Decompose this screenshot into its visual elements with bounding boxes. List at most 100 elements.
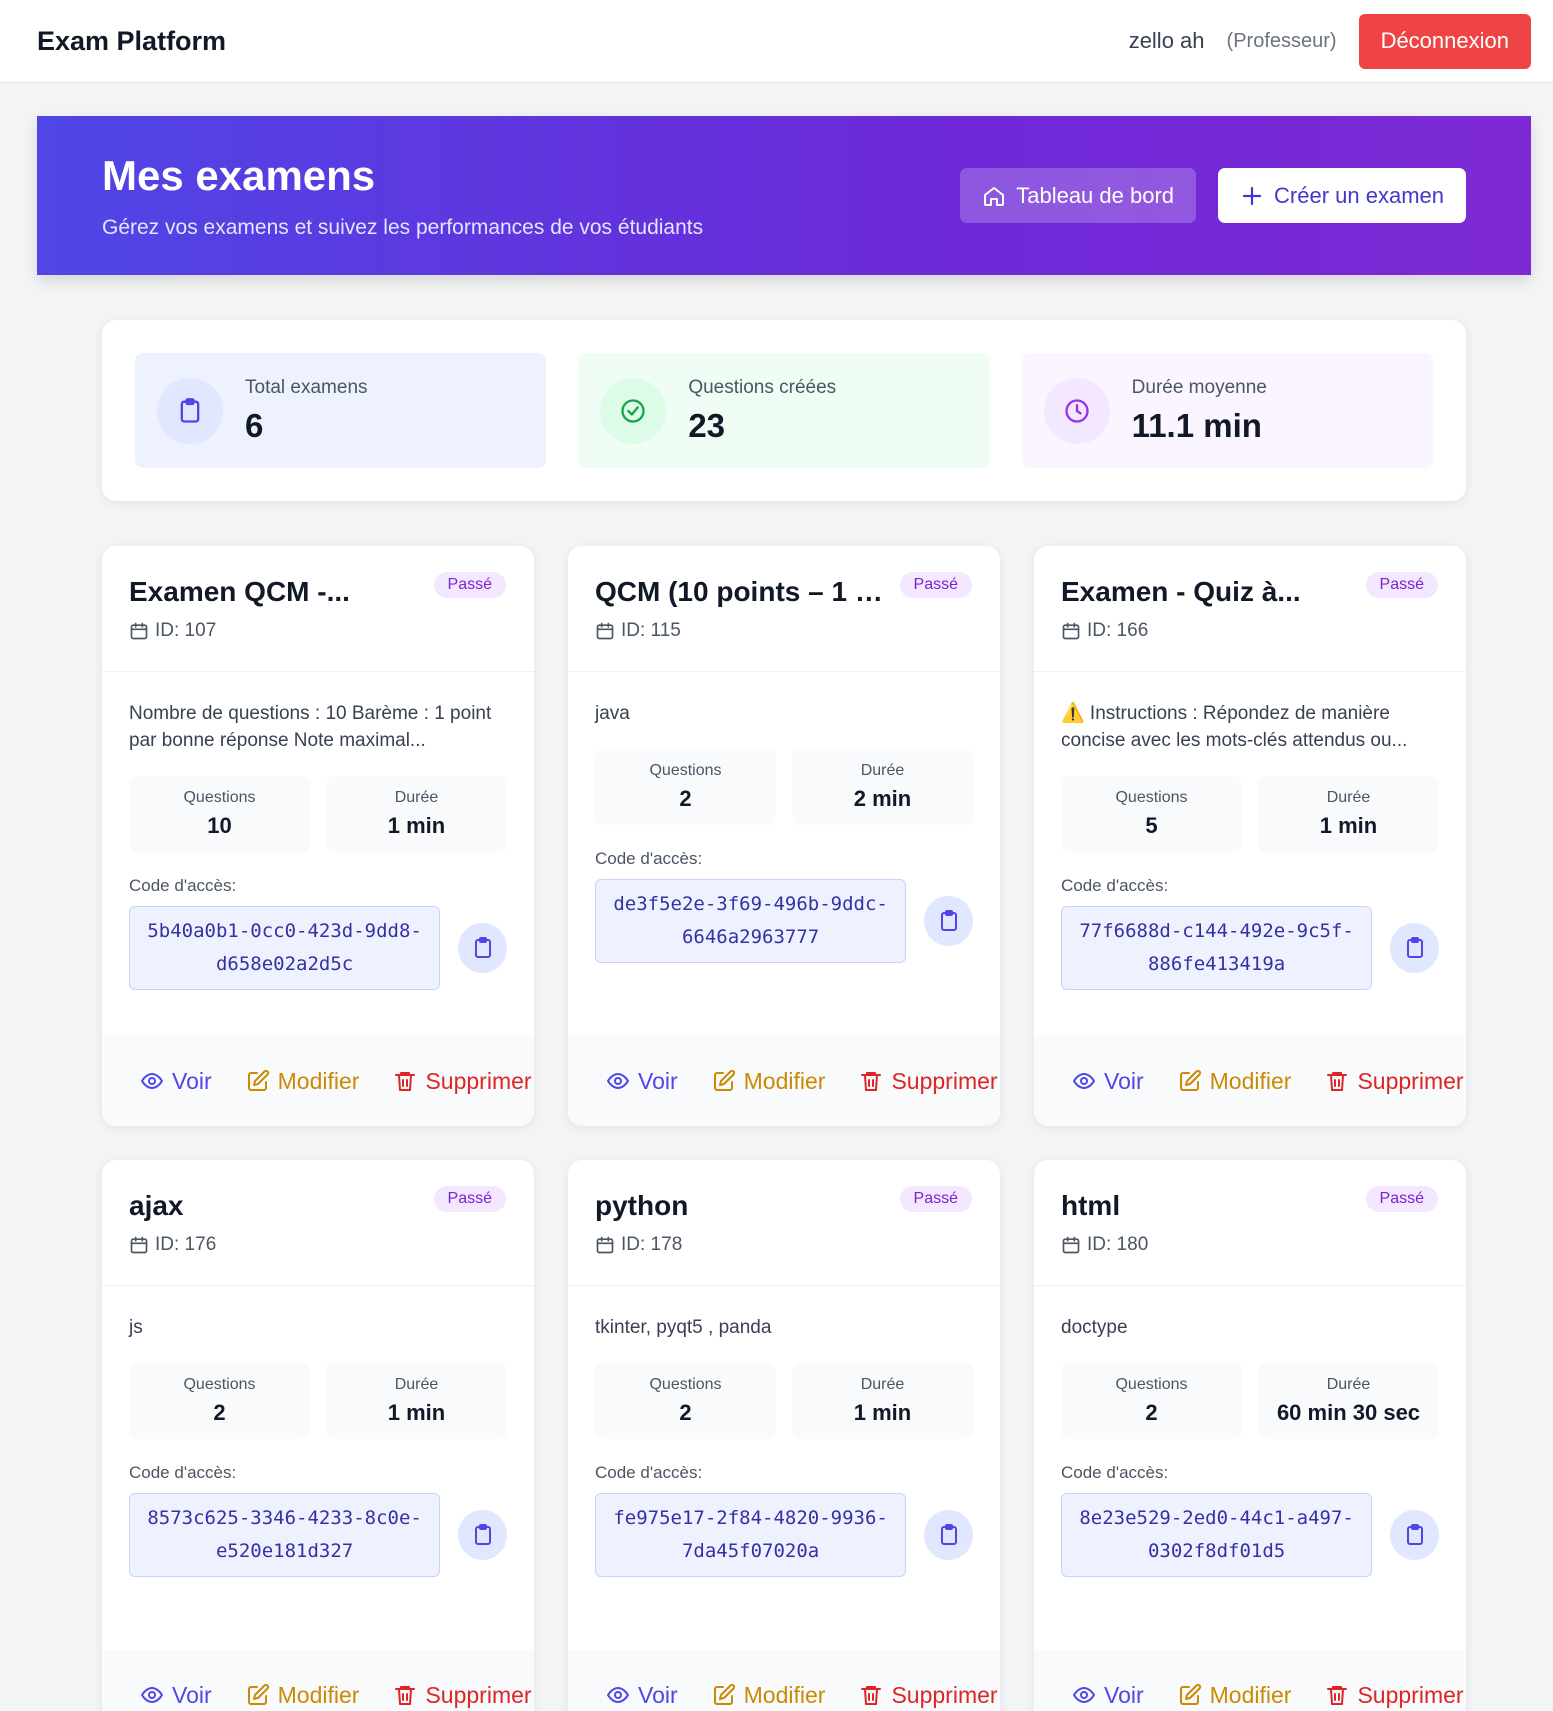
check-circle-icon: [600, 377, 667, 444]
view-button[interactable]: Voir: [140, 1682, 212, 1709]
edit-label: Modifier: [1209, 1067, 1292, 1094]
edit-button[interactable]: Modifier: [712, 1068, 825, 1095]
delete-button[interactable]: Supprimer: [1325, 1068, 1464, 1095]
clipboard-icon: [157, 377, 223, 444]
access-code-label: Code d'accès:: [129, 1463, 237, 1482]
edit-icon: [246, 1683, 270, 1707]
edit-icon: [712, 1069, 736, 1093]
view-button[interactable]: Voir: [140, 1068, 212, 1095]
card-body: js Questions 2 Durée 1 min Code d'accès:…: [102, 1286, 534, 1577]
access-code: 77f6688d-c144-492e-9c5f-886fe413419a: [1061, 906, 1373, 990]
metric-value: 10: [207, 813, 232, 838]
edit-button[interactable]: Modifier: [712, 1681, 826, 1709]
card-body: doctype Questions 2 Durée 60 min 30 sec …: [1034, 1286, 1466, 1577]
copy-code-button[interactable]: [458, 923, 507, 973]
metric-label: Durée: [860, 762, 905, 779]
user-area: zello ah (Professeur) Déconnexion: [1129, 13, 1531, 69]
edit-label: Modifier: [743, 1681, 826, 1708]
exam-title: Examen QCM -...: [129, 576, 350, 607]
exam-metrics: Questions 10 Durée 1 min: [129, 776, 507, 852]
metric-value: 1 min: [387, 813, 446, 838]
card-header: python Passé ID: 178: [568, 1160, 1000, 1286]
exam-metrics: Questions 5 Durée 1 min: [1061, 776, 1439, 852]
view-label: Voir: [172, 1067, 212, 1094]
exam-metrics: Questions 2 Durée 2 min: [595, 749, 973, 825]
duration-metric: Durée 1 min: [792, 1363, 973, 1439]
edit-label: Modifier: [1209, 1681, 1292, 1708]
view-button[interactable]: Voir: [606, 1068, 678, 1095]
delete-label: Supprimer: [891, 1067, 998, 1094]
access-code-row: 8e23e529-2ed0-44c1-a497-0302f8df01d5: [1061, 1493, 1439, 1577]
exam-card: QCM (10 points – 1 p... Passé ID: 115 ja…: [568, 546, 1000, 1126]
logout-button[interactable]: Déconnexion: [1358, 13, 1531, 69]
home-icon: [982, 184, 1006, 208]
exam-title: QCM (10 points – 1 p...: [595, 576, 895, 607]
exam-card: python Passé ID: 178 tkinter, pyqt5 , pa…: [568, 1160, 1000, 1711]
hero-banner: Mes examens Gérez vos examens et suivez …: [37, 116, 1531, 275]
duration-metric: Durée 1 min: [326, 1363, 507, 1439]
card-body: Nombre de questions : 10 Barème : 1 poin…: [102, 672, 534, 990]
exam-title: Examen - Quiz à...: [1061, 576, 1301, 607]
edit-button[interactable]: Modifier: [1178, 1067, 1292, 1095]
edit-button[interactable]: Modifier: [1178, 1681, 1292, 1709]
calendar-icon: [129, 1235, 149, 1255]
questions-metric: Questions 5: [1061, 776, 1242, 852]
metric-label: Questions: [649, 1376, 722, 1393]
metric-value: 1 min: [387, 1400, 446, 1425]
edit-button[interactable]: Modifier: [246, 1067, 360, 1095]
card-body: java Questions 2 Durée 2 min Code d'accè…: [568, 672, 1000, 963]
exam-id: ID: 180: [1087, 1234, 1149, 1255]
delete-button[interactable]: Supprimer: [859, 1682, 998, 1709]
access-code: 5b40a0b1-0cc0-423d-9dd8-d658e02a2d5c: [129, 906, 441, 990]
access-code-label: Code d'accès:: [1061, 876, 1169, 895]
hero-actions: Tableau de bord Créer un examen: [960, 168, 1466, 223]
exam-card: Examen - Quiz à... Passé ID: 166 ⚠️ Inst…: [1034, 546, 1466, 1126]
metric-value: 2: [213, 1400, 226, 1425]
metric-value: 60 min 30 sec: [1276, 1400, 1421, 1425]
metric-label: Questions: [1115, 1376, 1188, 1393]
copy-code-button[interactable]: [458, 1510, 507, 1560]
delete-button[interactable]: Supprimer: [859, 1067, 998, 1095]
brand-title: Exam Platform: [37, 25, 227, 56]
exam-id-row: ID: 180: [1061, 1234, 1438, 1256]
exam-id-row: ID: 107: [129, 620, 506, 642]
delete-button[interactable]: Supprimer: [1325, 1682, 1464, 1709]
exam-description: doctype: [1061, 1317, 1128, 1338]
metric-label: Durée: [394, 1376, 439, 1393]
card-header: Examen QCM -... Passé ID: 107: [102, 546, 534, 672]
create-exam-button[interactable]: Créer un examen: [1218, 168, 1466, 223]
metric-label: Questions: [183, 789, 256, 806]
copy-code-button[interactable]: [924, 896, 973, 946]
access-code-label: Code d'accès:: [129, 876, 237, 895]
delete-button[interactable]: Supprimer: [393, 1682, 532, 1709]
trash-icon: [393, 1069, 417, 1093]
questions-metric: Questions 2: [595, 749, 776, 825]
calendar-icon: [595, 1235, 615, 1255]
exam-id-row: ID: 176: [129, 1234, 506, 1256]
exam-id-row: ID: 115: [595, 620, 972, 642]
stat-average-duration: Durée moyenne 11.1 min: [1021, 353, 1433, 468]
edit-label: Modifier: [277, 1067, 360, 1094]
delete-button[interactable]: Supprimer: [393, 1068, 532, 1095]
dashboard-button[interactable]: Tableau de bord: [960, 168, 1197, 223]
copy-code-button[interactable]: [1390, 1510, 1439, 1560]
access-code: de3f5e2e-3f69-496b-9ddc-6646a2963777: [595, 879, 907, 963]
access-code: fe975e17-2f84-4820-9936-7da45f07020a: [595, 1493, 907, 1577]
calendar-icon: [1061, 1235, 1081, 1255]
view-button[interactable]: Voir: [1072, 1682, 1144, 1709]
metric-value: 1 min: [1319, 813, 1378, 838]
create-exam-label: Créer un examen: [1274, 182, 1444, 208]
view-button[interactable]: Voir: [1072, 1068, 1144, 1095]
metric-label: Durée: [1326, 789, 1371, 806]
eye-icon: [606, 1683, 630, 1707]
copy-code-button[interactable]: [1390, 923, 1439, 973]
card-actions: Voir Modifier Supprimer: [1034, 1036, 1466, 1126]
view-button[interactable]: Voir: [606, 1682, 678, 1709]
exam-card: ajax Passé ID: 176 js Questions 2 Durée …: [102, 1160, 534, 1711]
card-header: html Passé ID: 180: [1034, 1160, 1466, 1286]
metric-value: 1 min: [853, 1400, 912, 1425]
metric-value: 5: [1145, 813, 1158, 838]
edit-button[interactable]: Modifier: [246, 1682, 359, 1709]
copy-code-button[interactable]: [924, 1510, 973, 1560]
metric-value: 2: [679, 1400, 692, 1425]
